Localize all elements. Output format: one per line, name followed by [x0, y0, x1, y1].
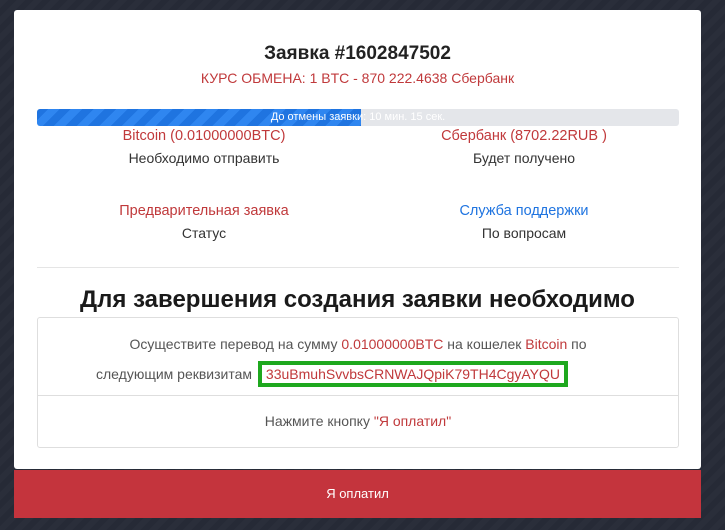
press-text: Нажмите кнопку	[264, 413, 370, 429]
exchange-rate: КУРС ОБМЕНА: 1 BTC - 870 222.4638 Сберба…	[200, 70, 515, 86]
divider	[37, 267, 679, 268]
instructions-heading: Для завершения создания заявки необходим…	[80, 286, 635, 313]
transfer-instructions: Осуществите перевод на сумму 0.01000000B…	[38, 318, 678, 396]
support-label: По вопросам	[481, 225, 567, 241]
send-amount: Bitcoin (0.01000000BTC)	[122, 128, 286, 144]
support-link[interactable]: Служба поддержки	[374, 203, 674, 219]
order-card: Заявка #1602847502 КУРС ОБМЕНА: 1 BTC - …	[14, 10, 701, 469]
status-block: Предварительная заявка Статус	[54, 203, 354, 241]
send-block: Bitcoin (0.01000000BTC) Необходимо отпра…	[54, 128, 354, 166]
transfer-amount: 0.01000000BTC	[341, 336, 444, 352]
cancel-timer-progress: До отмены заявки: 10 мин. 15 сек.	[37, 109, 679, 126]
transfer-text-suffix: по	[571, 336, 587, 352]
instructions-box: Осуществите перевод на сумму 0.01000000B…	[37, 317, 679, 448]
cancel-timer-text: До отмены заявки: 10 мин. 15 сек.	[270, 111, 446, 123]
support-block: Служба поддержки По вопросам	[374, 203, 674, 241]
requisites-label: следующим реквизитам	[96, 366, 253, 382]
receive-block: Сбербанк (8702.22RUB ) Будет получено	[374, 128, 674, 166]
transfer-text-mid: на кошелек	[447, 336, 522, 352]
transfer-line-1: Осуществите перевод на сумму 0.01000000B…	[38, 336, 678, 352]
transfer-line-2: следующим реквизитам 33uBmuhSvvbsCRNWAJQ…	[96, 361, 569, 387]
press-button-ref: "Я оплатил"	[373, 413, 452, 429]
transfer-currency: Bitcoin	[525, 336, 568, 352]
paid-button[interactable]: Я оплатил	[14, 470, 701, 518]
receive-label: Будет получено	[472, 150, 576, 166]
order-title: Заявка #1602847502	[264, 43, 451, 64]
receive-amount: Сбербанк (8702.22RUB )	[441, 128, 607, 144]
status-value: Предварительная заявка	[119, 203, 289, 219]
wallet-address[interactable]: 33uBmuhSvvbsCRNWAJQpiK79TH4CgyAYQU	[257, 361, 569, 387]
transfer-text-prefix: Осуществите перевод на сумму	[129, 336, 338, 352]
press-button-instruction: Нажмите кнопку "Я оплатил"	[38, 413, 678, 429]
send-label: Необходимо отправить	[128, 150, 280, 166]
status-label: Статус	[181, 225, 227, 241]
